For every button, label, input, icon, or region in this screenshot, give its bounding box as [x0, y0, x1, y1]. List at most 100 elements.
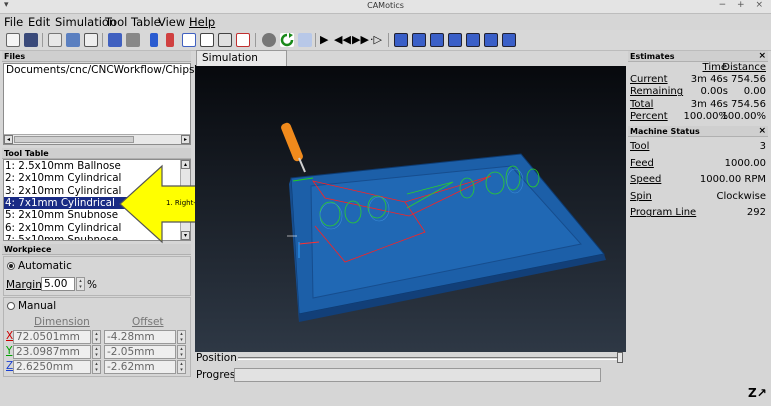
margin-unit: % — [87, 279, 97, 291]
automatic-radio[interactable] — [7, 262, 15, 270]
step-forward-icon[interactable]: ·▷ — [370, 33, 384, 47]
surface-icon[interactable] — [150, 33, 158, 47]
axes-icon[interactable] — [182, 33, 196, 47]
window-title: CAMotics — [367, 1, 404, 10]
estimate-row: Remaining 0.00s 0.00 — [630, 86, 766, 98]
offset-spinner[interactable]: ▴ ▾ — [177, 360, 186, 374]
margin-spinner[interactable]: ▴ ▾ — [76, 277, 85, 291]
files-hscrollbar[interactable]: ◂ ▸ — [4, 134, 190, 144]
fast-forward-icon[interactable]: ▶▶ — [352, 33, 370, 47]
machine-status-row: Speed 1000.00 RPM — [630, 173, 766, 186]
estimate-label: Current — [630, 74, 668, 85]
menu-view[interactable]: View — [158, 15, 185, 29]
file-path[interactable]: Documents/cnc/CNCWorkflow/ChipsW — [6, 64, 205, 76]
margin-input[interactable]: 5.00 — [41, 277, 75, 291]
resize-grip-icon[interactable]: Z↗ — [748, 386, 767, 400]
scroll-left-icon[interactable]: ◂ — [4, 135, 13, 144]
save-icon[interactable] — [24, 33, 38, 47]
machine-status-label: Program Line — [630, 207, 697, 219]
files-dock-title: Files — [2, 51, 191, 62]
offset-header: Offset — [132, 316, 164, 328]
scroll-right-icon[interactable]: ▸ — [181, 135, 190, 144]
window-controls[interactable]: − + × — [719, 0, 767, 10]
offset-field-x[interactable]: -4.28mm — [104, 330, 176, 344]
menu-edit[interactable]: Edit — [28, 15, 50, 29]
machine-status-row: Spin Clockwise — [630, 190, 766, 203]
estimates-dock-title: Estimates × — [628, 51, 768, 62]
offset-field-z[interactable]: -2.62mm — [104, 360, 176, 374]
position-slider-handle[interactable] — [617, 352, 623, 363]
view-top-icon[interactable] — [430, 33, 444, 47]
tab-simulation-view[interactable]: Simulation View — [196, 50, 287, 79]
toolbar-separator — [255, 33, 256, 47]
offset-field-y[interactable]: -2.05mm — [104, 345, 176, 359]
rewind-icon[interactable]: ◀◀ — [334, 33, 352, 47]
position-label: Position — [196, 352, 237, 364]
manual-radio[interactable] — [7, 302, 15, 310]
open-icon[interactable] — [48, 33, 62, 47]
cut-icon[interactable] — [108, 33, 122, 47]
dimension-field-y[interactable]: 23.0987mm — [13, 345, 91, 359]
play-icon[interactable]: ▶ — [320, 33, 334, 47]
dimension-spinner[interactable]: ▴ ▾ — [92, 360, 101, 374]
machine-status-label: Feed — [630, 157, 654, 169]
view-bottom-icon[interactable] — [502, 33, 516, 47]
menu-tool-table[interactable]: Tool Table — [105, 15, 161, 29]
margin-label: Margin — [6, 279, 42, 291]
dimension-field-x[interactable]: 72.0501mm — [13, 330, 91, 344]
tool-table-dock-title: Tool Table — [2, 148, 191, 159]
machine-status-label: Speed — [630, 174, 662, 186]
menu-file[interactable]: File — [4, 15, 23, 29]
workpiece-dock-title: Workpiece — [2, 244, 191, 255]
machine-status-dock-title: Machine Status × — [628, 126, 768, 137]
machine-status-value: Clockwise — [716, 190, 767, 202]
simulation-viewport[interactable] — [195, 66, 626, 352]
position-slider[interactable] — [238, 357, 622, 360]
estimate-distance: 0.00 — [743, 86, 766, 98]
manual-group: Manual Dimension Offset X 72.0501mm ▴ ▾ -4.2… — [3, 297, 191, 377]
view-front-icon[interactable] — [412, 33, 426, 47]
path-view-icon[interactable] — [200, 33, 214, 47]
machine-status-row: Feed 1000.00 — [630, 157, 766, 170]
close-icon[interactable]: × — [758, 126, 766, 137]
files-list[interactable]: Documents/cnc/CNCWorkflow/ChipsW ◂ ▸ — [3, 63, 205, 145]
estimates-table: Time Distance Current 3m 46s 754.56 Remaini… — [628, 62, 768, 124]
estimate-distance: 100.00% — [721, 110, 767, 122]
settings-icon[interactable] — [84, 33, 98, 47]
workpiece-icon[interactable] — [166, 33, 174, 47]
tool-path-icon[interactable] — [126, 33, 140, 47]
dimension-spinner[interactable]: ▴ ▾ — [92, 345, 101, 359]
machine-status-value: 1000.00 RPM — [699, 174, 766, 186]
estimate-row: Current 3m 46s 754.56 — [630, 74, 766, 86]
view-iso-icon[interactable] — [394, 33, 408, 47]
view-left-icon[interactable] — [484, 33, 498, 47]
estimate-row: Percent 100.00% 100.00% — [630, 111, 766, 123]
automatic-group: Automatic Margin 5.00 ▴ ▾ % — [3, 256, 191, 296]
estimate-time: 3m 46s — [690, 98, 728, 110]
cutting-tool — [281, 122, 306, 173]
new-file-icon[interactable] — [6, 33, 20, 47]
dimension-field-z[interactable]: 2.6250mm — [13, 360, 91, 374]
workpiece-3d-render — [281, 122, 606, 322]
stop-icon[interactable] — [262, 33, 276, 47]
estimate-row: Total 3m 46s 754.56 — [630, 99, 766, 111]
estimate-label: Remaining — [630, 86, 684, 98]
files-scroll-thumb[interactable] — [14, 136, 134, 143]
machine-status-value: 3 — [759, 141, 766, 152]
machine-status-label: Tool — [630, 141, 650, 152]
toolbar-separator — [42, 33, 43, 47]
dimension-spinner[interactable]: ▴ ▾ — [92, 330, 101, 344]
menu-help[interactable]: Help — [189, 15, 215, 29]
toolbar-separator — [388, 33, 389, 47]
refresh-icon[interactable] — [280, 33, 294, 47]
intensity-icon[interactable] — [218, 33, 232, 47]
view-right-icon[interactable] — [448, 33, 462, 47]
view-back-icon[interactable] — [466, 33, 480, 47]
step-icon[interactable] — [298, 33, 312, 47]
offset-spinner[interactable]: ▴ ▾ — [177, 345, 186, 359]
machine-status-row: Tool 3 — [630, 140, 766, 153]
offset-spinner[interactable]: ▴ ▾ — [177, 330, 186, 344]
close-icon[interactable]: × — [758, 51, 766, 62]
export-icon[interactable] — [66, 33, 80, 47]
bbox-icon[interactable] — [236, 33, 250, 47]
